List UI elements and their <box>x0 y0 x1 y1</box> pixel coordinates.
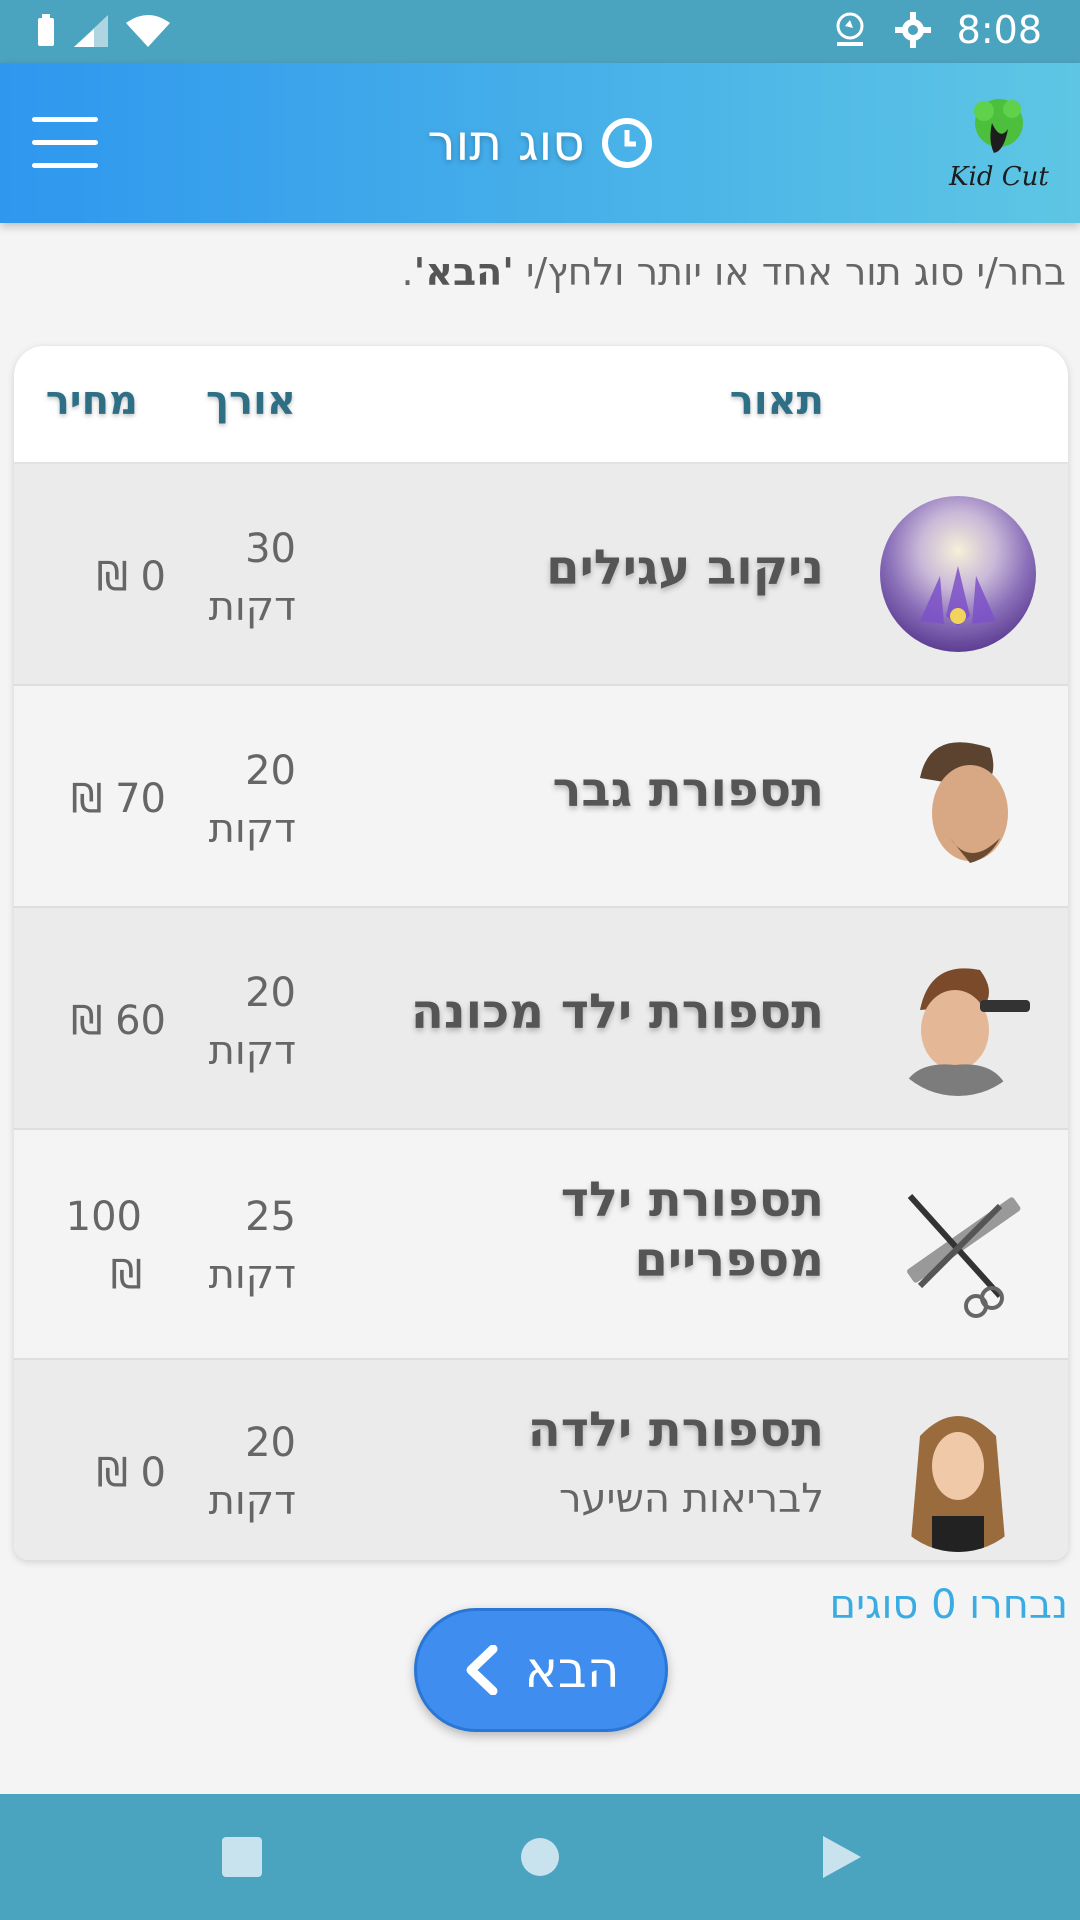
next-button-label: הבא <box>524 1641 620 1699</box>
lotus-flower-image <box>880 496 1036 652</box>
service-duration: 20 דקות <box>146 964 296 1080</box>
battery-icon <box>38 14 54 46</box>
duration-value: 20 <box>245 970 296 1016</box>
service-price: 0 ₪ <box>96 554 166 600</box>
girl-long-hair-image <box>880 1396 1036 1552</box>
instruction-text: בחר/י סוג תור אחד או יותר ולחץ/י 'הבא'. <box>26 250 1066 294</box>
service-title: ניקוב עגילים <box>546 540 824 596</box>
instruction-prefix: בחר/י סוג תור אחד או יותר ולחץ/י <box>513 250 1066 294</box>
app-title-container: סוג תור <box>340 103 740 183</box>
duration-value: 25 <box>245 1194 296 1240</box>
duration-unit: דקות <box>208 584 296 630</box>
table-row[interactable]: תספורת ילד מכונה 20 דקות 60 ₪ <box>14 908 1068 1130</box>
service-price: 70 ₪ <box>71 776 166 822</box>
duration-unit: דקות <box>208 1252 296 1298</box>
instruction-emphasis: 'הבא' <box>413 250 514 294</box>
duration-value: 30 <box>245 526 296 572</box>
system-nav-bar <box>0 1794 1080 1920</box>
service-title: תספורת ילד מכונה <box>410 984 824 1040</box>
app-bar: סוג תור Kid Cut <box>0 63 1080 223</box>
table-row[interactable]: תספורת ילד מספריים 25 דקות 100 ₪ <box>14 1130 1068 1360</box>
status-icons-right: 8:08 <box>831 8 1042 52</box>
service-title: תספורת גבר <box>552 762 824 818</box>
service-duration: 20 דקות <box>146 1414 296 1530</box>
table-row[interactable]: תספורת גבר 20 דקות 70 ₪ <box>14 686 1068 908</box>
signal-icon <box>74 15 108 47</box>
instruction-suffix: . <box>401 250 414 294</box>
clock-icon <box>601 118 652 168</box>
service-title: תספורת ילד מספריים <box>560 1172 824 1288</box>
service-price: 100 ₪ <box>65 1194 142 1298</box>
boy-haircut-image <box>880 940 1036 1096</box>
logo: Kid Cut <box>944 93 1054 193</box>
status-bar: 8:08 <box>0 0 1080 63</box>
logo-text: Kid Cut <box>948 162 1049 192</box>
table-row[interactable]: תספורת ילדה לבריאות השיער 20 דקות 0 ₪ <box>14 1360 1068 1560</box>
header-description: תאור <box>729 378 824 424</box>
wifi-icon <box>126 15 170 47</box>
recent-apps-square-icon[interactable] <box>200 1794 284 1920</box>
hamburger-menu-icon[interactable] <box>32 117 98 169</box>
header-price: מחיר <box>45 378 138 424</box>
duration-value: 20 <box>245 748 296 794</box>
status-icons-left <box>36 14 170 48</box>
service-duration: 30 דקות <box>146 520 296 636</box>
header-length: אורך <box>205 378 296 424</box>
duration-unit: דקות <box>208 1478 296 1524</box>
table-row[interactable]: ניקוב עגילים 30 דקות 0 ₪ <box>14 464 1068 686</box>
service-duration: 20 דקות <box>146 742 296 858</box>
duration-value: 20 <box>245 1420 296 1466</box>
status-time: 8:08 <box>956 8 1042 52</box>
home-circle-icon[interactable] <box>498 1794 582 1920</box>
back-triangle-icon[interactable] <box>800 1794 884 1920</box>
service-price: 60 ₪ <box>71 998 166 1044</box>
service-title: תספורת ילדה <box>527 1402 824 1458</box>
scissors-comb-image <box>880 1166 1036 1322</box>
selected-count: נבחרו 0 סוגים <box>829 1582 1068 1628</box>
settings-icon <box>894 12 931 48</box>
service-duration: 25 דקות <box>146 1188 296 1304</box>
man-haircut-image <box>880 718 1036 874</box>
service-subtitle: לבריאות השיער <box>558 1476 824 1522</box>
table-header: תאור אורך מחיר <box>14 346 1068 464</box>
page-title: סוג תור <box>427 114 585 172</box>
service-price: 0 ₪ <box>96 1450 166 1496</box>
chevron-left-icon <box>466 1645 497 1695</box>
next-button[interactable]: הבא <box>414 1608 668 1732</box>
appointment-types-table: תאור אורך מחיר ניקוב עגילים 30 דקות 0 ₪ … <box>14 346 1068 1560</box>
app-notification-icon <box>836 12 864 46</box>
duration-unit: דקות <box>208 1028 296 1074</box>
duration-unit: דקות <box>208 806 296 852</box>
